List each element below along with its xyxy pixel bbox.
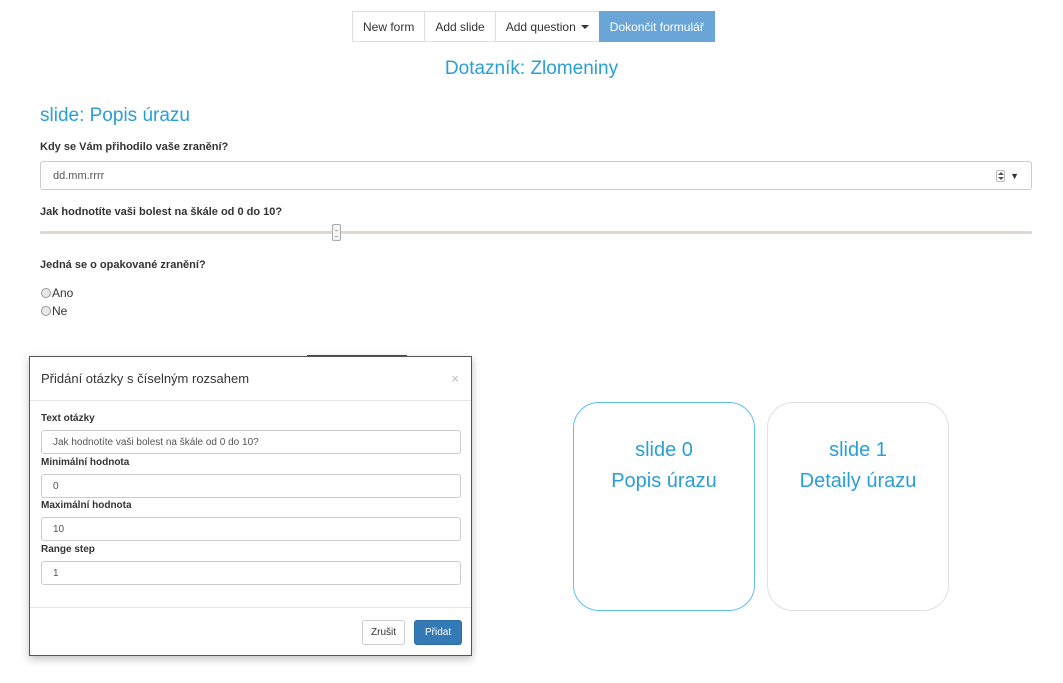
add-slide-label: Add slide bbox=[435, 19, 485, 34]
cancel-button[interactable]: Zrušit bbox=[362, 620, 405, 645]
new-form-button[interactable]: New form bbox=[352, 11, 426, 42]
radio-option-ano[interactable]: Ano bbox=[41, 286, 73, 300]
min-value-input[interactable]: 0 bbox=[41, 474, 461, 498]
caret-down-icon bbox=[580, 24, 589, 29]
add-button[interactable]: Přidat bbox=[414, 620, 463, 645]
max-value-input[interactable]: 10 bbox=[41, 517, 461, 541]
close-icon[interactable]: × bbox=[451, 371, 459, 386]
radio-question-label: Jedná se o opakované zranění? bbox=[40, 259, 206, 271]
slide-card-1[interactable]: slide 1 Detaily úrazu bbox=[767, 402, 949, 611]
dropdown-arrow-icon[interactable]: ▼ bbox=[1010, 171, 1019, 181]
spinner-icon[interactable] bbox=[996, 169, 1006, 182]
add-range-question-modal: Přidání otázky s číselným rozsahem × Tex… bbox=[29, 356, 472, 656]
range-question-label: Jak hodnotíte vaši bolest na škále od 0 … bbox=[40, 206, 283, 218]
modal-title: Přidání otázky s číselným rozsahem bbox=[41, 371, 250, 386]
question-text-input[interactable]: Jak hodnotíte vaši bolest na škále od 0 … bbox=[41, 430, 461, 454]
date-question-label: Kdy se Vám přihodilo vaše zranění? bbox=[40, 141, 229, 153]
max-value-label: Maximální hodnota bbox=[41, 500, 132, 511]
slide-number: slide 1 bbox=[829, 439, 887, 461]
range-step-input[interactable]: 1 bbox=[41, 561, 461, 585]
form-title: Dotazník: Zlomeniny bbox=[444, 58, 619, 79]
range-step-label: Range step bbox=[41, 544, 95, 555]
date-input[interactable]: dd.mm.rrrr ▼ bbox=[40, 161, 1032, 190]
radio-option-label: Ano bbox=[52, 286, 74, 300]
radio-circle[interactable] bbox=[41, 288, 51, 298]
date-controls: ▼ bbox=[996, 169, 1019, 182]
radio-option-label: Ne bbox=[52, 304, 68, 318]
add-question-label: Add question bbox=[505, 19, 576, 34]
new-form-label: New form bbox=[363, 19, 415, 34]
add-slide-button[interactable]: Add slide bbox=[424, 11, 496, 42]
toolbar: New form Add slide Add question Dokončit… bbox=[352, 11, 715, 42]
question-text-label: Text otázky bbox=[41, 413, 95, 424]
slide-heading: slide: Popis úrazu bbox=[40, 105, 190, 126]
finish-form-button[interactable]: Dokončit formulář bbox=[598, 11, 715, 42]
slide-number: slide 0 bbox=[635, 439, 693, 461]
add-question-dropdown[interactable]: Add question bbox=[494, 11, 600, 42]
radio-option-ne[interactable]: Ne bbox=[41, 304, 67, 318]
modal-header: Přidání otázky s číselným rozsahem × bbox=[30, 357, 471, 401]
range-thumb[interactable] bbox=[332, 224, 341, 241]
range-track[interactable] bbox=[40, 231, 1032, 234]
slide-name: Popis úrazu bbox=[611, 470, 717, 492]
finish-form-label: Dokončit formulář bbox=[609, 19, 704, 34]
slide-card-0[interactable]: slide 0 Popis úrazu bbox=[573, 402, 755, 611]
slide-name: Detaily úrazu bbox=[799, 470, 917, 492]
date-placeholder: dd.mm.rrrr bbox=[53, 169, 105, 182]
min-value-label: Minimální hodnota bbox=[41, 457, 130, 468]
radio-circle[interactable] bbox=[41, 306, 51, 316]
